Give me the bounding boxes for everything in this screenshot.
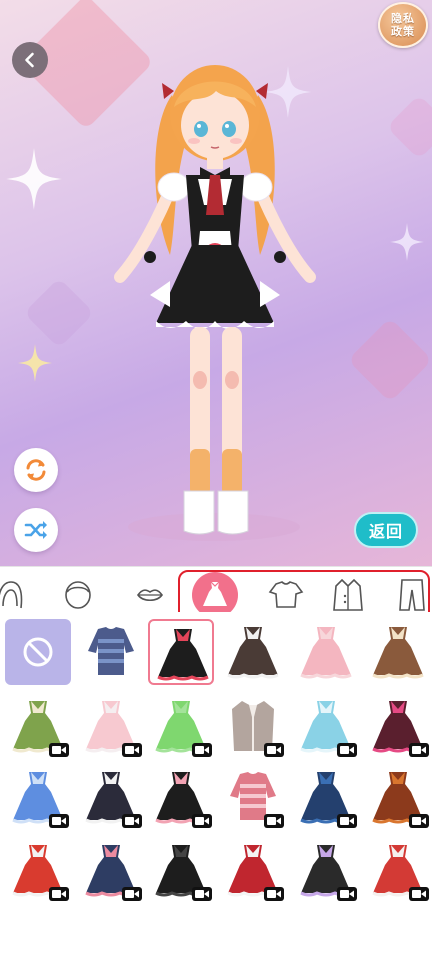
video-ad-icon [409,887,429,901]
video-ad-icon [192,814,212,828]
outfit-item[interactable] [220,837,286,903]
video-ad-icon [122,887,142,901]
outfit-item-grid [0,612,432,903]
outfit-thumbnail-icon [300,627,352,679]
video-ad-icon [122,743,142,757]
outfit-thumbnail-icon [157,629,209,681]
outfit-item[interactable] [293,837,359,903]
privacy-policy-button[interactable]: 隐私政策 [378,2,428,48]
video-ad-icon [409,814,429,828]
outfit-item[interactable] [148,837,214,903]
outfit-item[interactable] [293,764,359,830]
bottom-area [0,902,432,964]
outfit-item[interactable] [5,693,71,759]
reset-button[interactable] [14,448,58,492]
sparkle-icon [18,344,52,382]
mouth-icon [137,589,163,602]
outfit-thumbnail-icon [88,627,134,675]
outfit-item[interactable] [148,619,214,685]
sparkle-icon [390,223,424,261]
video-ad-icon [264,814,284,828]
outfit-item[interactable] [78,693,144,759]
diamond-decoration [23,277,95,349]
prohibited-icon [23,637,53,667]
video-ad-icon [337,814,357,828]
outfit-item[interactable] [78,764,144,830]
outfit-item[interactable] [365,619,431,685]
outfit-item[interactable] [5,764,71,830]
shuffle-icon [24,521,47,539]
video-ad-icon [264,743,284,757]
sparkle-icon [6,148,62,210]
video-ad-icon [49,743,69,757]
outfit-item[interactable] [220,764,286,830]
none-option[interactable] [5,619,71,685]
outfit-item[interactable] [365,693,431,759]
outfit-item[interactable] [148,693,214,759]
character-stage: 隐私政策 返回 [0,0,432,566]
outfit-thumbnail-icon [372,627,424,679]
video-ad-icon [49,887,69,901]
outfit-item[interactable] [365,837,431,903]
refresh-icon [26,459,46,481]
character-avatar [114,65,316,541]
video-ad-icon [49,814,69,828]
outfit-item[interactable] [365,764,431,830]
outfit-item[interactable] [148,764,214,830]
back-button[interactable] [12,42,48,78]
video-ad-icon [122,814,142,828]
video-ad-icon [337,887,357,901]
video-ad-icon [192,887,212,901]
outfit-thumbnail-icon [227,627,279,679]
chevron-left-icon [25,52,34,68]
outfit-item[interactable] [5,837,71,903]
outfit-item[interactable] [293,693,359,759]
video-ad-icon [409,743,429,757]
video-ad-icon [264,887,284,901]
face-icon [65,581,91,609]
outfit-item[interactable] [78,619,144,685]
return-button[interactable]: 返回 [354,512,418,548]
outfit-item[interactable] [78,837,144,903]
outfit-item[interactable] [293,619,359,685]
outfit-item[interactable] [220,619,286,685]
diamond-decoration [347,317,432,403]
privacy-policy-label: 隐私政策 [391,12,415,38]
video-ad-icon [337,743,357,757]
random-outfit-button[interactable] [14,508,58,552]
hair-icon [0,581,23,609]
outfit-item[interactable] [220,693,286,759]
diamond-decoration [386,94,432,160]
video-ad-icon [192,743,212,757]
